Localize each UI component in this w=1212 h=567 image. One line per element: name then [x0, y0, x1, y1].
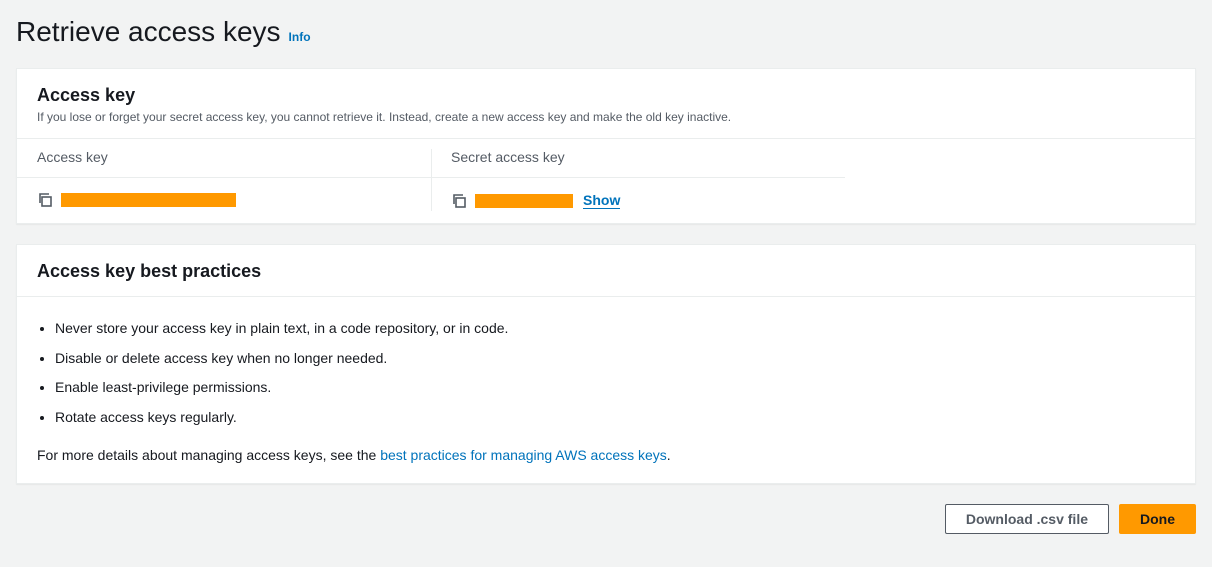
access-key-cell: Access key — [17, 139, 431, 223]
list-item: Enable least-privilege permissions. — [55, 378, 1175, 398]
actions-row: Download .csv file Done — [16, 504, 1196, 534]
list-item: Disable or delete access key when no lon… — [55, 349, 1175, 369]
secret-key-value: Show — [431, 178, 845, 223]
access-key-kv-row: Access key Secret access key Show — [17, 139, 1195, 223]
access-key-panel-header: Access key If you lose or forget your se… — [17, 69, 1195, 139]
copy-icon[interactable] — [451, 193, 467, 209]
access-key-value — [17, 178, 431, 222]
list-item: Never store your access key in plain tex… — [55, 319, 1175, 339]
page-header: Retrieve access keys Info — [16, 16, 1196, 48]
bp-footer-prefix: For more details about managing access k… — [37, 447, 380, 463]
download-csv-button[interactable]: Download .csv file — [945, 504, 1109, 534]
access-key-label: Access key — [17, 139, 431, 178]
best-practices-title: Access key best practices — [37, 261, 1175, 282]
access-key-panel: Access key If you lose or forget your se… — [16, 68, 1196, 224]
info-link[interactable]: Info — [289, 30, 311, 44]
bp-footer-link[interactable]: best practices for managing AWS access k… — [380, 447, 667, 463]
done-button[interactable]: Done — [1119, 504, 1196, 534]
best-practices-header: Access key best practices — [17, 245, 1195, 297]
access-key-panel-title: Access key — [37, 85, 1175, 106]
access-key-panel-desc: If you lose or forget your secret access… — [37, 110, 1175, 124]
show-secret-link[interactable]: Show — [583, 192, 620, 209]
best-practices-footer: For more details about managing access k… — [17, 437, 1195, 483]
bp-footer-suffix: . — [667, 447, 671, 463]
secret-key-redacted — [475, 194, 573, 208]
page-title: Retrieve access keys — [16, 16, 281, 48]
best-practices-panel: Access key best practices Never store yo… — [16, 244, 1196, 484]
list-item: Rotate access keys regularly. — [55, 408, 1175, 428]
secret-key-cell: Secret access key Show — [431, 139, 845, 223]
copy-icon[interactable] — [37, 192, 53, 208]
best-practices-list: Never store your access key in plain tex… — [17, 297, 1195, 427]
secret-key-label: Secret access key — [431, 139, 845, 178]
access-key-redacted — [61, 193, 236, 207]
